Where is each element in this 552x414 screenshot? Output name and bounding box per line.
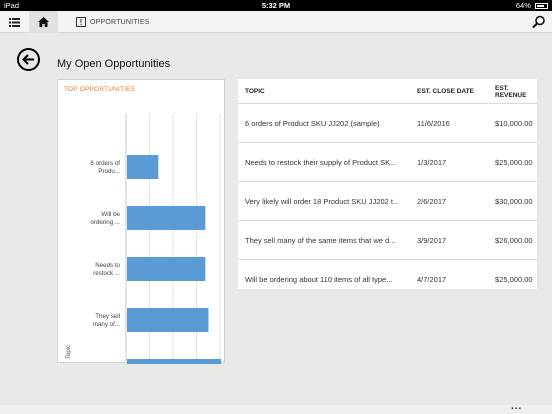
row-close-date: 4/7/2017 bbox=[417, 275, 447, 284]
row-topic: Very likely will order 18 Product SKU JJ… bbox=[245, 197, 400, 206]
chart-tick-label: They sell many of... bbox=[93, 313, 120, 328]
chart-bar bbox=[127, 308, 209, 332]
more-commands-button[interactable]: ... bbox=[511, 402, 522, 412]
status-bar: iPad 5:32 PM 64% bbox=[0, 0, 552, 11]
header-topic[interactable]: TOPIC bbox=[245, 79, 265, 104]
battery-indicator: 64% bbox=[516, 1, 548, 10]
list-menu-icon bbox=[9, 17, 20, 27]
chart-bar bbox=[127, 206, 206, 230]
tab-opportunities-label: OPPORTUNITIES bbox=[90, 18, 150, 26]
row-revenue: $26,000.00 bbox=[495, 236, 533, 245]
chart-tick-label: Needs to restock ... bbox=[93, 262, 120, 277]
home-icon bbox=[38, 17, 49, 27]
chart-axis-label: Topic bbox=[66, 345, 72, 359]
battery-percent: 64% bbox=[515, 1, 531, 10]
search-icon[interactable] bbox=[532, 15, 546, 29]
home-button[interactable] bbox=[29, 11, 58, 33]
page-title: My Open Opportunities bbox=[57, 58, 171, 70]
table-row[interactable]: Very likely will order 18 Product SKU JJ… bbox=[238, 182, 537, 221]
back-arrow-icon bbox=[22, 54, 34, 65]
row-topic: They sell many of the same items that we… bbox=[245, 236, 396, 245]
row-revenue: $25,000.00 bbox=[495, 158, 533, 167]
opportunity-icon: ! bbox=[76, 17, 86, 27]
top-opportunities-chart: TOP OPPORTUNITIES 6 orders of Produ... Wil… bbox=[57, 79, 225, 364]
header-close-date[interactable]: EST. CLOSE DATE bbox=[417, 79, 474, 104]
row-topic: 6 orders of Product SKU JJ202 (sample) bbox=[245, 119, 380, 128]
chart-bar bbox=[127, 155, 159, 179]
table-row[interactable]: Needs to restock their supply of Product… bbox=[238, 143, 537, 182]
bottom-command-bar bbox=[0, 405, 552, 414]
row-close-date: 11/6/2016 bbox=[417, 119, 450, 128]
chart-tick-label: 6 orders of Produ... bbox=[90, 160, 120, 175]
tab-opportunities[interactable]: ! OPPORTUNITIES bbox=[58, 11, 150, 33]
back-button[interactable] bbox=[17, 48, 40, 71]
menu-button[interactable] bbox=[0, 11, 29, 33]
row-revenue: $10,000.00 bbox=[495, 119, 533, 128]
chart-bar bbox=[127, 359, 221, 364]
app-top-bar: ! OPPORTUNITIES bbox=[0, 11, 552, 33]
row-close-date: 2/6/2017 bbox=[417, 197, 447, 206]
row-revenue: $25,000.00 bbox=[495, 275, 533, 284]
table-header: TOPIC EST. CLOSE DATE EST. REVENUE bbox=[238, 79, 537, 104]
chart-tick-label: Will be ordering ... bbox=[90, 211, 120, 226]
row-close-date: 3/9/2017 bbox=[417, 236, 447, 245]
clock: 5:32 PM bbox=[261, 1, 291, 10]
opportunities-table: TOPIC EST. CLOSE DATE EST. REVENUE 6 ord… bbox=[238, 79, 537, 289]
bar-chart: 6 orders of Produ... Will be ordering ... Ne… bbox=[66, 114, 221, 364]
row-topic: Will be ordering about 110 items of all … bbox=[245, 275, 393, 284]
chart-bar bbox=[127, 257, 206, 281]
row-topic: Needs to restock their supply of Product… bbox=[245, 158, 397, 167]
table-row[interactable]: They sell many of the same items that we… bbox=[238, 221, 537, 260]
row-revenue: $30,000.00 bbox=[495, 197, 533, 206]
row-close-date: 1/3/2017 bbox=[417, 158, 447, 167]
header-revenue[interactable]: EST. REVENUE bbox=[495, 79, 537, 104]
table-row[interactable]: 6 orders of Product SKU JJ202 (sample) 1… bbox=[238, 104, 537, 143]
table-row[interactable]: Will be ordering about 110 items of all … bbox=[238, 260, 537, 299]
battery-icon bbox=[535, 3, 548, 9]
